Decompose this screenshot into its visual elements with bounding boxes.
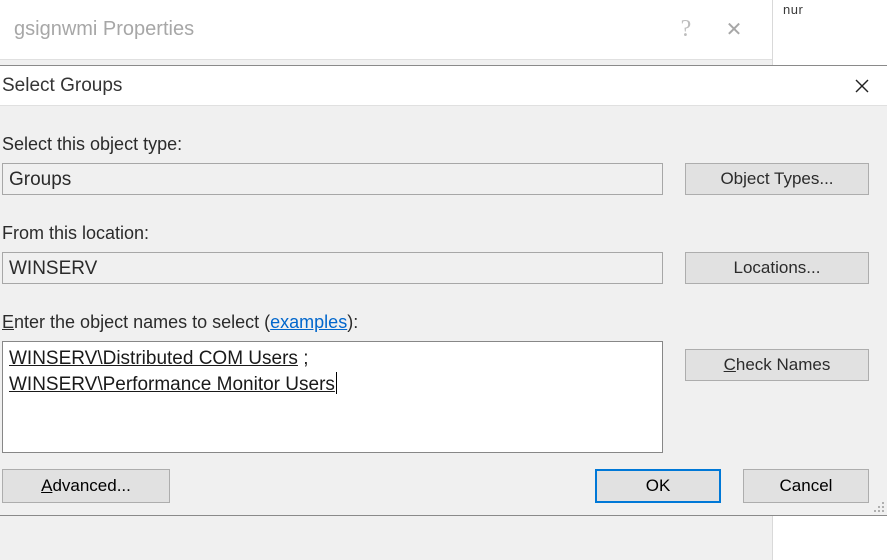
help-icon[interactable]: ? — [662, 16, 710, 43]
resize-grip[interactable] — [871, 499, 885, 513]
select-groups-dialog: Select Groups Select this object type: G… — [0, 65, 887, 516]
dialog-titlebar: Select Groups — [0, 66, 887, 106]
enter-names-label: Enter the object names to select (exampl… — [2, 312, 869, 333]
close-icon — [855, 79, 869, 93]
parent-close-icon[interactable]: ✕ — [710, 17, 758, 42]
enter-names-accel: E — [2, 312, 14, 332]
right-pane-text-fragment: nur — [773, 0, 887, 18]
cancel-button[interactable]: Cancel — [743, 469, 869, 503]
dialog-body: Select this object type: Groups Object T… — [0, 106, 887, 461]
object-names-input[interactable]: WINSERV\Distributed COM Users ; WINSERV\… — [2, 341, 663, 453]
advanced-button[interactable]: Advanced... — [2, 469, 170, 503]
ok-button[interactable]: OK — [595, 469, 721, 503]
locations-button[interactable]: Locations... — [685, 252, 869, 284]
parent-window-titlebar: gsignwmi Properties ? ✕ — [0, 0, 772, 60]
resolved-name-1: WINSERV\Distributed COM Users — [9, 348, 298, 369]
text-caret — [336, 372, 337, 394]
examples-link[interactable]: examples — [270, 312, 347, 332]
from-location-label: From this location: — [2, 223, 663, 244]
resize-grip-icon — [871, 499, 885, 513]
resolved-name-2: WINSERV\Performance Monitor Users — [9, 374, 335, 395]
close-button[interactable] — [839, 69, 885, 103]
dialog-title: Select Groups — [2, 75, 839, 97]
parent-window-title: gsignwmi Properties — [14, 18, 662, 41]
object-type-field: Groups — [2, 163, 663, 195]
check-names-button[interactable]: Check Names — [685, 349, 869, 381]
object-types-button[interactable]: Object Types... — [685, 163, 869, 195]
object-type-label: Select this object type: — [2, 134, 663, 155]
dialog-footer: Advanced... OK Cancel — [0, 461, 887, 515]
from-location-field: WINSERV — [2, 252, 663, 284]
